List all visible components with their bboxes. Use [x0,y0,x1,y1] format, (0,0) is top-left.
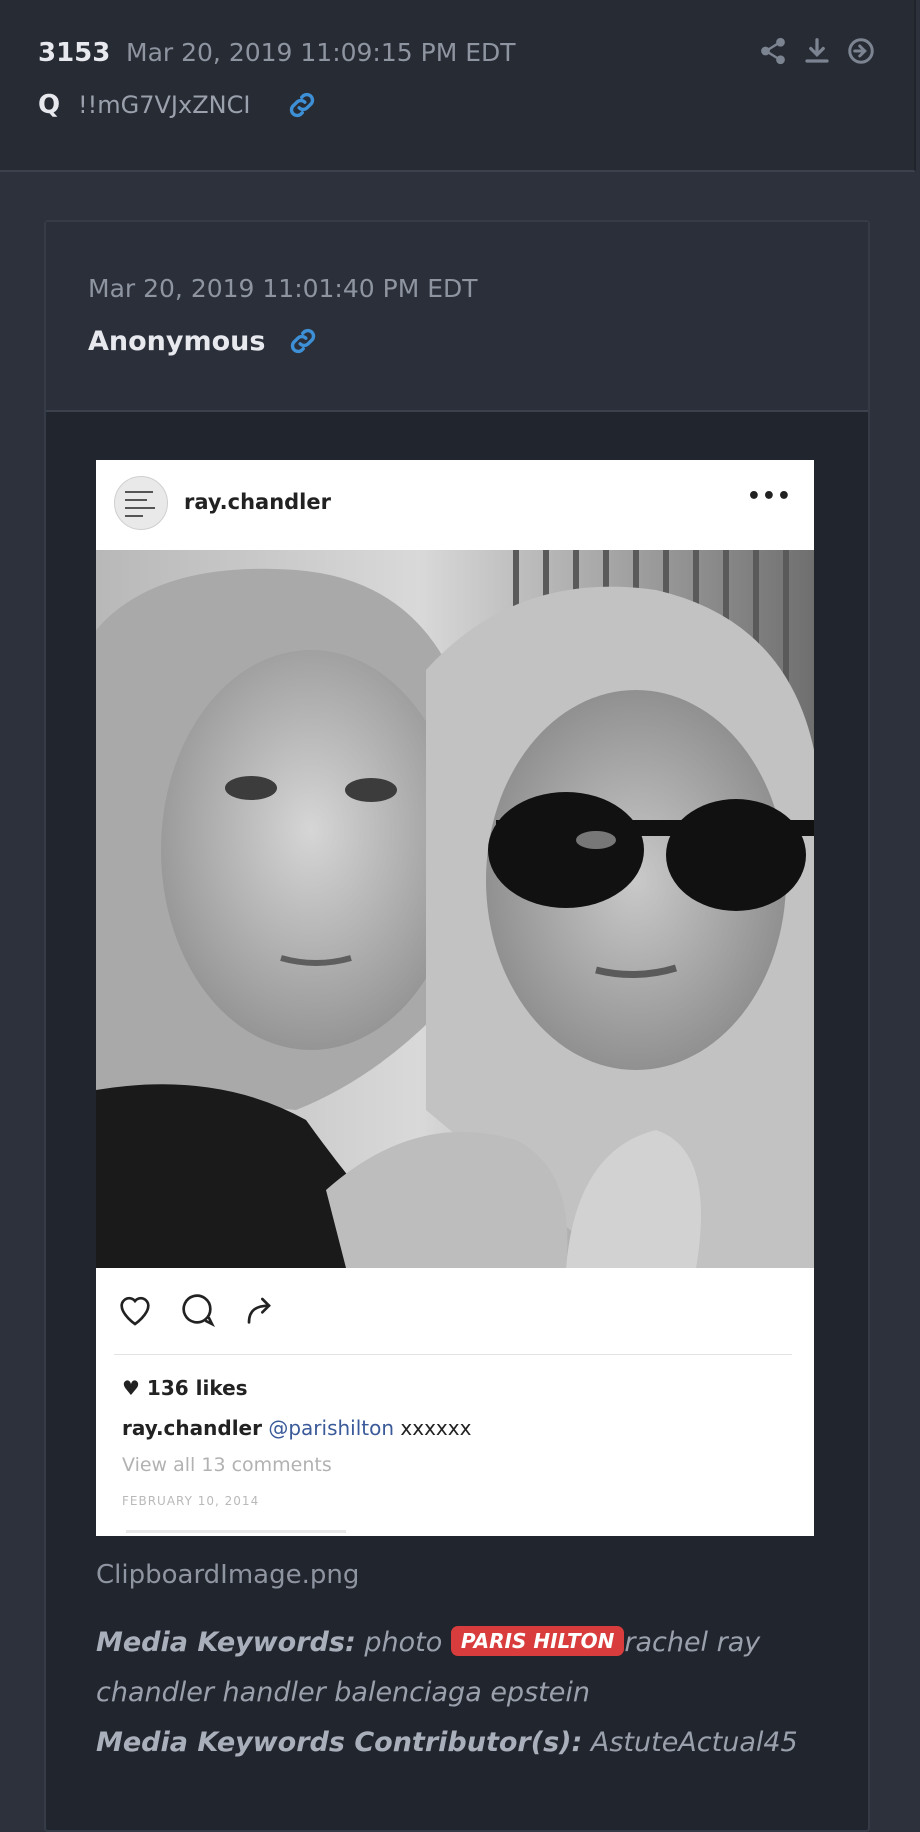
quoted-post-timestamp: Mar 20, 2019 11:01:40 PM EDT [88,274,478,303]
instagram-username: ray.chandler [184,490,331,514]
download-icon[interactable] [802,36,832,66]
quoted-post: Mar 20, 2019 11:01:40 PM EDT Anonymous r… [44,220,870,1832]
selfie-photo [96,550,814,1268]
image-filename[interactable]: ClipboardImage.png [96,1560,359,1590]
post-actions [758,36,876,66]
caption-user: ray.chandler [122,1416,262,1440]
share-icon[interactable] [758,36,788,66]
keyword-photo: photo [364,1627,443,1658]
caption-mention: @parishilton [268,1416,395,1440]
avatar [114,476,168,530]
link-icon[interactable] [285,88,319,122]
post-header: 3153 Mar 20, 2019 11:09:15 PM EDT Q !!mG… [0,0,916,172]
likes-text: 136 likes [146,1376,248,1400]
quoted-post-header: Mar 20, 2019 11:01:40 PM EDT Anonymous [46,222,868,412]
keywords-label: Media Keywords: [96,1627,356,1658]
heart-icon[interactable] [114,1289,156,1333]
post-timestamp: Mar 20, 2019 11:09:15 PM EDT [126,38,516,67]
divider [126,1530,346,1533]
keyword-tag[interactable]: PARIS HILTON [450,1626,625,1656]
share-arrow-icon[interactable] [238,1289,280,1333]
caption: ray.chandler @parishilton xxxxxx [122,1416,471,1440]
likes-count: ♥ 136 likes [122,1376,248,1400]
post-tripcode: !!mG7VJxZNCI [78,91,251,119]
more-icon: ••• [746,484,792,509]
divider [114,1354,792,1355]
go-icon[interactable] [846,36,876,66]
view-comments: View all 13 comments [122,1454,332,1476]
instagram-actions [114,1288,280,1334]
contributor-name: AstuteActual45 [590,1727,798,1758]
comment-icon[interactable] [176,1289,218,1333]
media-contributors: Media Keywords Contributor(s): AstuteAct… [96,1718,836,1768]
quoted-post-author: Anonymous [88,326,266,357]
post-author: Q [38,90,61,120]
media-keywords: Media Keywords: photo PARIS HILTON rachel… [96,1618,836,1718]
post-number[interactable]: 3153 [38,38,110,68]
post-date: FEBRUARY 10, 2014 [122,1494,260,1508]
link-icon[interactable] [286,324,320,358]
attached-image[interactable]: ray.chandler ••• ♥ 136 likes ray.chandle… [96,460,814,1536]
contributor-label: Media Keywords Contributor(s): [96,1727,583,1758]
caption-text: xxxxxx [394,1416,472,1440]
